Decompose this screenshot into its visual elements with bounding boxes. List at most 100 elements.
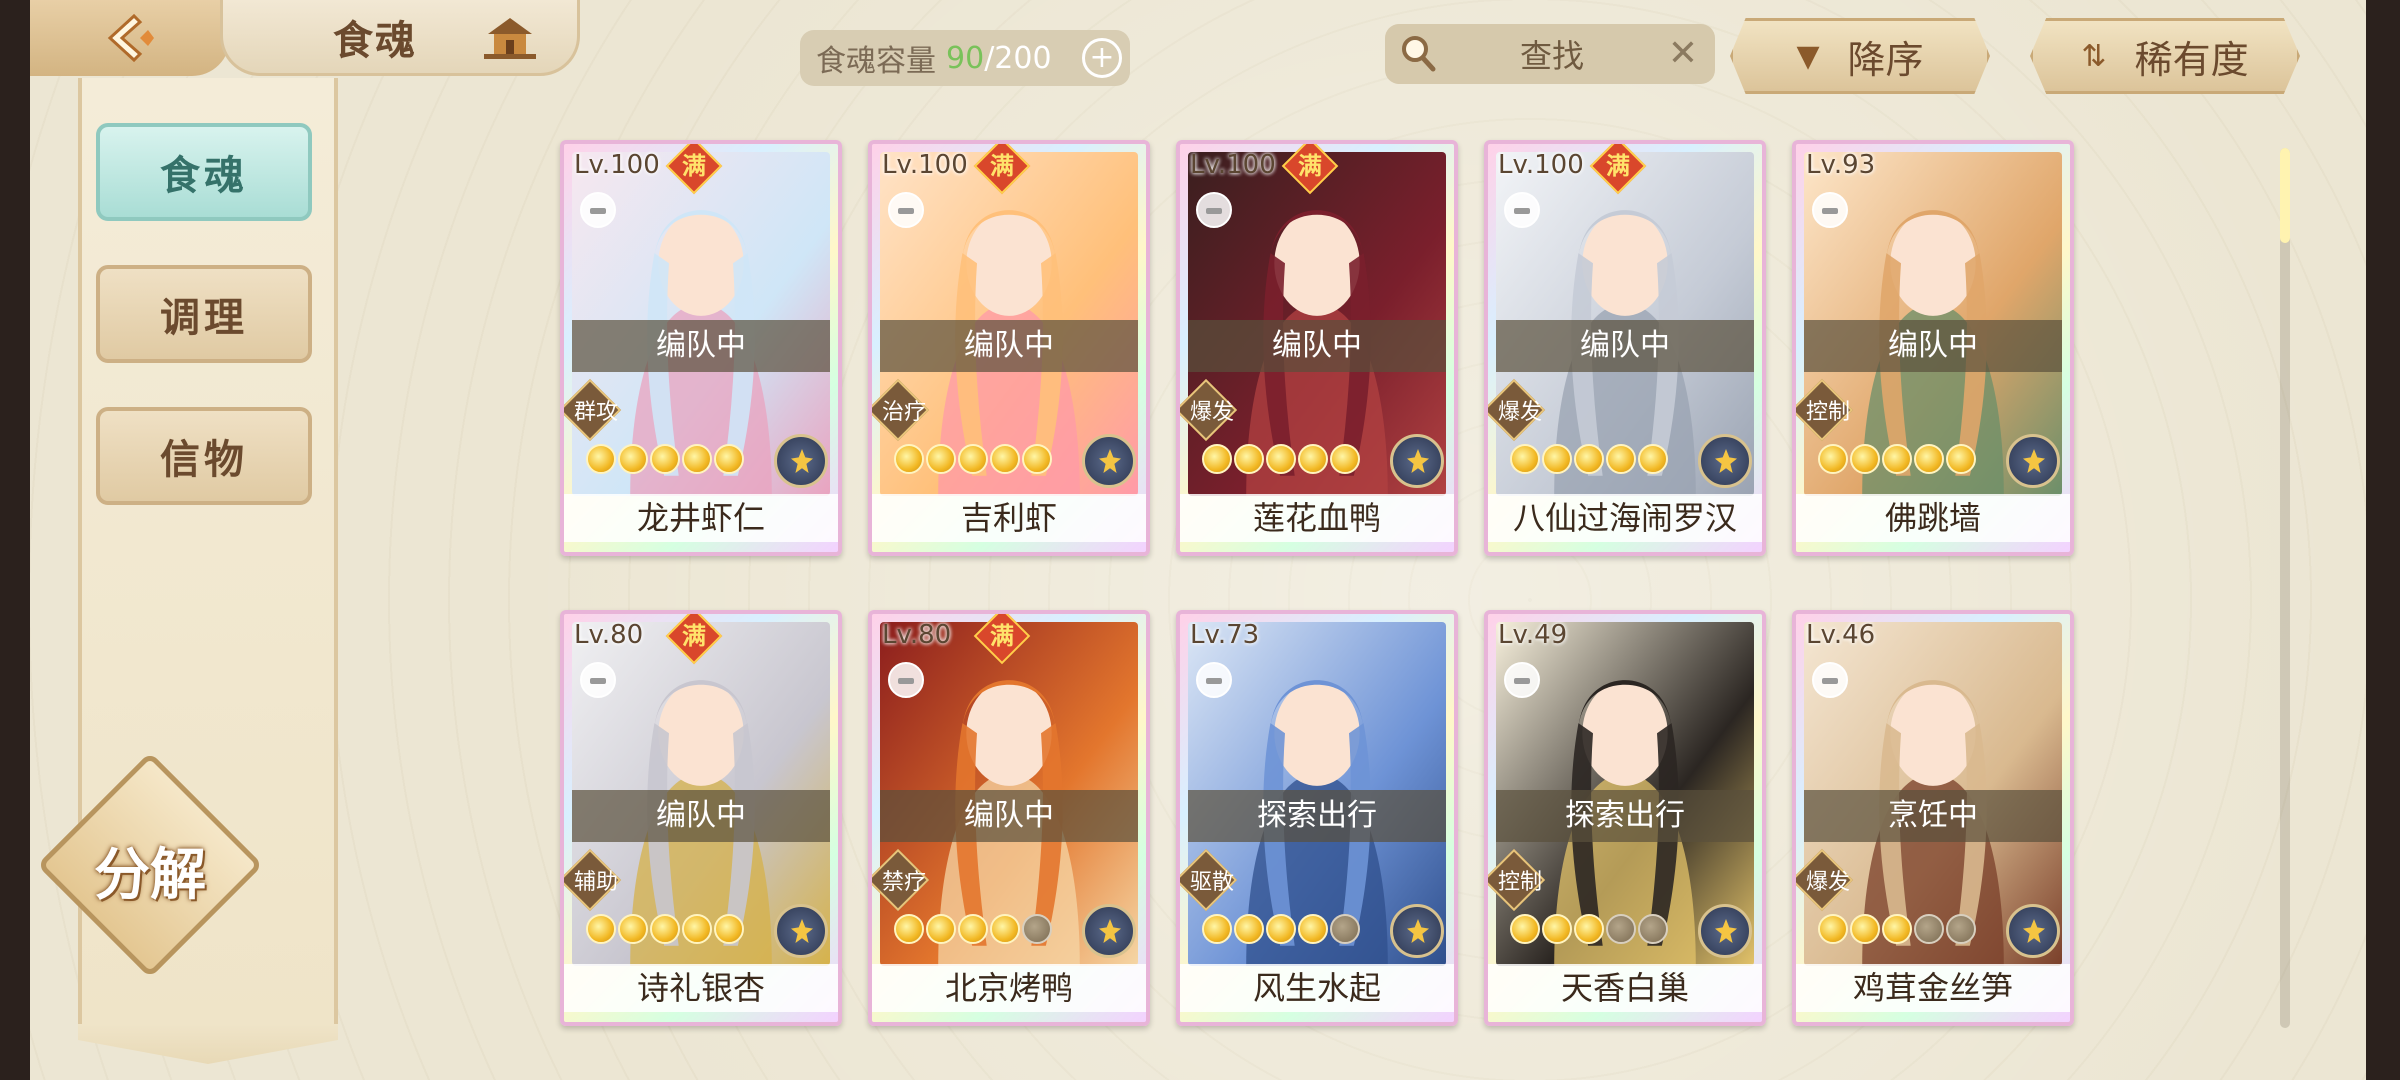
star-icon — [958, 444, 988, 474]
star-icon — [1542, 444, 1572, 474]
star-icon — [1914, 914, 1944, 944]
food-soul-card[interactable]: Lv.100 满 编队中 群攻 龙井虾仁 — [560, 140, 842, 556]
star-icon — [1266, 444, 1296, 474]
star-rating — [894, 444, 1052, 478]
character-name: 诗礼银杏 — [564, 964, 838, 1012]
tab-tokens[interactable]: 信物 — [96, 407, 312, 505]
lock-icon[interactable] — [580, 662, 616, 698]
element-icon — [1082, 904, 1136, 958]
capacity-plus-button[interactable]: + — [1082, 38, 1122, 78]
scroll-thumb[interactable] — [2280, 148, 2290, 243]
character-name: 龙井虾仁 — [564, 494, 838, 542]
capacity-separator: / — [984, 40, 995, 76]
star-rating — [586, 444, 744, 478]
home-icon[interactable] — [480, 12, 540, 62]
element-icon — [774, 434, 828, 488]
sort-order-button[interactable]: ▼ 降序 — [1730, 18, 1990, 94]
star-icon — [682, 444, 712, 474]
lock-icon[interactable] — [888, 662, 924, 698]
food-soul-grid: Lv.100 满 编队中 群攻 龙井虾仁 Lv.100 满 编队中 治疗 吉利虾… — [560, 140, 2120, 1030]
status-banner: 编队中 — [880, 790, 1138, 842]
star-icon — [586, 914, 616, 944]
clear-icon[interactable]: ✕ — [1663, 34, 1703, 74]
character-name: 鸡茸金丝笋 — [1796, 964, 2070, 1012]
capacity-display: 食魂容量 90/200 + — [800, 30, 1130, 86]
scrollbar[interactable] — [2280, 148, 2290, 1028]
character-name: 吉利虾 — [872, 494, 1146, 542]
star-icon — [1266, 914, 1296, 944]
food-soul-card[interactable]: Lv.46 烹饪中 爆发 鸡茸金丝笋 — [1792, 610, 2074, 1026]
level-label: Lv.46 — [1806, 620, 1876, 650]
role-label: 禁疗 — [881, 870, 926, 895]
star-rating — [1510, 444, 1668, 478]
star-icon — [1946, 444, 1976, 474]
food-soul-card[interactable]: Lv.100 满 编队中 治疗 吉利虾 — [868, 140, 1150, 556]
status-banner: 探索出行 — [1188, 790, 1446, 842]
lock-icon[interactable] — [1196, 192, 1232, 228]
element-icon — [1390, 434, 1444, 488]
star-icon — [1510, 444, 1540, 474]
food-soul-card[interactable]: Lv.80 满 编队中 禁疗 北京烤鸭 — [868, 610, 1150, 1026]
level-label: Lv.100 — [574, 150, 660, 180]
role-label: 爆发 — [1805, 870, 1850, 895]
food-soul-card[interactable]: Lv.80 满 编队中 辅助 诗礼银杏 — [560, 610, 842, 1026]
game-screen: 食魂 食魂容量 90/200 + 查找 ✕ ▼ 降序 ⇅ 稀有度 食魂 调理 信… — [30, 0, 2366, 1080]
star-icon — [1638, 444, 1668, 474]
star-icon — [1850, 444, 1880, 474]
star-icon — [894, 914, 924, 944]
lock-icon[interactable] — [1196, 662, 1232, 698]
star-icon — [1638, 914, 1668, 944]
lock-icon[interactable] — [580, 192, 616, 228]
star-icon — [586, 444, 616, 474]
lock-icon[interactable] — [1812, 662, 1848, 698]
star-icon — [1850, 914, 1880, 944]
food-soul-card[interactable]: Lv.93 编队中 控制 佛跳墙 — [1792, 140, 2074, 556]
capacity-label: 食魂容量 — [816, 44, 936, 79]
lock-icon[interactable] — [1504, 192, 1540, 228]
level-label: Lv.73 — [1190, 620, 1260, 650]
star-icon — [1330, 444, 1360, 474]
star-icon — [926, 914, 956, 944]
lock-icon[interactable] — [1504, 662, 1540, 698]
tab-label: 调理 — [160, 295, 248, 341]
back-button[interactable] — [30, 0, 230, 76]
star-icon — [1946, 914, 1976, 944]
star-icon — [894, 444, 924, 474]
tab-food-soul[interactable]: 食魂 — [96, 123, 312, 221]
sort-arrows-icon: ⇅ — [2081, 38, 2107, 74]
food-soul-card[interactable]: Lv.100 满 编队中 爆发 八仙过海闹罗汉 — [1484, 140, 1766, 556]
star-rating — [1510, 914, 1668, 948]
star-icon — [1882, 914, 1912, 944]
status-banner: 编队中 — [1188, 320, 1446, 372]
status-banner: 编队中 — [1496, 320, 1754, 372]
role-badge: 禁疗 — [872, 848, 930, 912]
rarity-filter-button[interactable]: ⇅ 稀有度 — [2030, 18, 2300, 94]
level-label: Lv.100 — [1190, 150, 1276, 180]
top-bar: 食魂 食魂容量 90/200 + 查找 ✕ ▼ 降序 ⇅ 稀有度 — [30, 0, 2366, 94]
character-name: 莲花血鸭 — [1180, 494, 1454, 542]
level-label: Lv.80 — [574, 620, 644, 650]
element-icon — [1390, 904, 1444, 958]
element-icon — [774, 904, 828, 958]
status-banner: 编队中 — [1804, 320, 2062, 372]
capacity-max: 200 — [994, 40, 1052, 76]
star-icon — [1818, 914, 1848, 944]
status-banner: 编队中 — [572, 790, 830, 842]
star-icon — [714, 444, 744, 474]
food-soul-card[interactable]: Lv.73 探索出行 驱散 风生水起 — [1176, 610, 1458, 1026]
star-icon — [926, 444, 956, 474]
star-icon — [1234, 444, 1264, 474]
tab-conditioning[interactable]: 调理 — [96, 265, 312, 363]
back-arrow-icon — [107, 13, 154, 63]
lock-icon[interactable] — [1812, 192, 1848, 228]
lock-icon[interactable] — [888, 192, 924, 228]
star-icon — [1298, 444, 1328, 474]
search-input[interactable]: 查找 ✕ — [1385, 24, 1715, 84]
role-label: 爆发 — [1497, 400, 1542, 425]
character-name: 八仙过海闹罗汉 — [1488, 494, 1762, 542]
food-soul-card[interactable]: Lv.49 探索出行 控制 天香白巢 — [1484, 610, 1766, 1026]
role-label: 驱散 — [1189, 870, 1234, 895]
role-badge: 治疗 — [872, 378, 930, 442]
star-icon — [1298, 914, 1328, 944]
food-soul-card[interactable]: Lv.100 满 编队中 爆发 莲花血鸭 — [1176, 140, 1458, 556]
